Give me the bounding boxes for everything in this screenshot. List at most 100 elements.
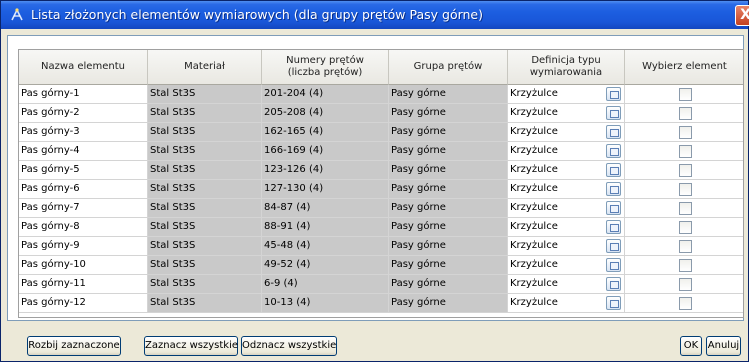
select-all-button[interactable]: Zaznacz wszystkie (144, 336, 238, 356)
table-row[interactable]: Pas górny-3 Stal St3S 162-165 (4) Pasy górn… (19, 123, 743, 142)
definition-cell[interactable]: Krzyżulce (508, 199, 625, 218)
material-text: Stal St3S (150, 164, 196, 175)
close-button[interactable]: X (735, 5, 749, 26)
list-picker-icon[interactable] (606, 258, 621, 272)
list-picker-icon[interactable] (606, 106, 621, 120)
select-checkbox[interactable] (678, 221, 692, 234)
definition-cell[interactable]: Krzyżulce (508, 294, 625, 313)
definition-cell[interactable]: Krzyżulce (508, 275, 625, 294)
list-picker-icon[interactable] (606, 296, 621, 310)
column-header[interactable]: Grupa prętów (389, 50, 508, 85)
material-cell: Stal St3S (148, 180, 262, 199)
group-text: Pasy górne (391, 202, 446, 213)
definition-text: Krzyżulce (510, 221, 558, 232)
name-cell: Pas górny-12 (19, 294, 148, 313)
bars-cell: 162-165 (4) (262, 123, 389, 142)
material-cell: Stal St3S (148, 199, 262, 218)
table-row[interactable]: Pas górny-9 Stal St3S 45-48 (4) Pasy górne K… (19, 237, 743, 256)
column-header[interactable]: Wybierz element (625, 50, 743, 85)
table-row[interactable]: Pas górny-5 Stal St3S 123-126 (4) Pasy górn… (19, 161, 743, 180)
select-checkbox[interactable] (678, 259, 692, 272)
name-text: Pas górny-8 (21, 221, 80, 232)
group-cell: Pasy górne (389, 161, 508, 180)
group-text: Pasy górne (391, 145, 446, 156)
table-row[interactable]: Pas górny-12 Stal St3S 10-13 (4) Pasy górne… (19, 294, 743, 313)
select-checkbox[interactable] (678, 278, 692, 291)
group-cell: Pasy górne (389, 256, 508, 275)
name-text: Pas górny-11 (21, 278, 86, 289)
list-picker-icon[interactable] (606, 125, 621, 139)
list-picker-icon[interactable] (606, 182, 621, 196)
definition-cell[interactable]: Krzyżulce (508, 218, 625, 237)
column-header[interactable]: Numery prętów (liczba prętów) (262, 50, 389, 85)
select-checkbox[interactable] (678, 297, 692, 310)
column-header[interactable]: Materiał (148, 50, 262, 85)
list-picker-icon[interactable] (606, 163, 621, 177)
deselect-all-button[interactable]: Odznacz wszystkie (241, 336, 337, 356)
cancel-button[interactable]: Anuluj (706, 336, 741, 356)
select-cell (625, 85, 743, 104)
definition-cell[interactable]: Krzyżulce (508, 180, 625, 199)
material-cell: Stal St3S (148, 218, 262, 237)
bars-text: 162-165 (4) (264, 126, 324, 137)
list-picker-icon[interactable] (606, 87, 621, 101)
title-bar[interactable]: Lista złożonych elementów wymiarowych (d… (1, 1, 749, 29)
list-picker-icon[interactable] (606, 239, 621, 253)
table-row[interactable]: Pas górny-7 Stal St3S 84-87 (4) Pasy górne K… (19, 199, 743, 218)
list-picker-icon[interactable] (606, 144, 621, 158)
definition-text: Krzyżulce (510, 145, 558, 156)
select-checkbox[interactable] (678, 240, 692, 253)
select-checkbox[interactable] (678, 145, 692, 158)
group-text: Pasy górne (391, 164, 446, 175)
select-checkbox[interactable] (678, 126, 692, 139)
definition-cell[interactable]: Krzyżulce (508, 123, 625, 142)
name-text: Pas górny-5 (21, 164, 80, 175)
definition-cell[interactable]: Krzyżulce (508, 237, 625, 256)
name-text: Pas górny-3 (21, 126, 80, 137)
definition-cell[interactable]: Krzyżulce (508, 104, 625, 123)
table-row[interactable]: Pas górny-1 Stal St3S 201-204 (4) Pasy górn… (19, 85, 743, 104)
ok-button[interactable]: OK (680, 336, 702, 356)
select-checkbox[interactable] (678, 164, 692, 177)
group-cell: Pasy górne (389, 294, 508, 313)
bars-cell: 49-52 (4) (262, 256, 389, 275)
table-row[interactable]: Pas górny-11 Stal St3S 6-9 (4) Pasy górne Kr… (19, 275, 743, 294)
bars-cell: 6-9 (4) (262, 275, 389, 294)
app-icon (11, 8, 23, 21)
list-picker-icon[interactable] (606, 201, 621, 215)
column-header[interactable]: Definicja typu wymiarowania (508, 50, 625, 85)
definition-cell[interactable]: Krzyżulce (508, 85, 625, 104)
select-cell (625, 218, 743, 237)
table-row[interactable]: Pas górny-10 Stal St3S 49-52 (4) Pasy górne… (19, 256, 743, 275)
group-cell: Pasy górne (389, 104, 508, 123)
material-cell: Stal St3S (148, 85, 262, 104)
definition-text: Krzyżulce (510, 240, 558, 251)
bars-text: 6-9 (4) (264, 278, 298, 289)
group-text: Pasy górne (391, 259, 446, 270)
table-row[interactable]: Pas górny-2 Stal St3S 205-208 (4) Pasy górn… (19, 104, 743, 123)
select-checkbox[interactable] (678, 183, 692, 196)
split-selected-button[interactable]: Rozbij zaznaczone (27, 336, 121, 356)
select-checkbox[interactable] (678, 202, 692, 215)
list-picker-icon[interactable] (606, 277, 621, 291)
select-checkbox[interactable] (678, 107, 692, 120)
table-row[interactable]: Pas górny-6 Stal St3S 127-130 (4) Pasy górn… (19, 180, 743, 199)
bars-text: 201-204 (4) (264, 88, 324, 99)
bars-cell: 166-169 (4) (262, 142, 389, 161)
select-checkbox[interactable] (678, 88, 692, 101)
definition-cell[interactable]: Krzyżulce (508, 161, 625, 180)
list-picker-icon[interactable] (606, 220, 621, 234)
select-cell (625, 142, 743, 161)
name-cell: Pas górny-3 (19, 123, 148, 142)
name-cell: Pas górny-5 (19, 161, 148, 180)
group-text: Pasy górne (391, 183, 446, 194)
bars-cell: 10-13 (4) (262, 294, 389, 313)
definition-cell[interactable]: Krzyżulce (508, 256, 625, 275)
name-cell: Pas górny-4 (19, 142, 148, 161)
name-cell: Pas górny-6 (19, 180, 148, 199)
name-cell: Pas górny-11 (19, 275, 148, 294)
table-row[interactable]: Pas górny-8 Stal St3S 88-91 (4) Pasy górne K… (19, 218, 743, 237)
table-row[interactable]: Pas górny-4 Stal St3S 166-169 (4) Pasy górn… (19, 142, 743, 161)
definition-cell[interactable]: Krzyżulce (508, 142, 625, 161)
column-header[interactable]: Nazwa elementu (19, 50, 148, 85)
